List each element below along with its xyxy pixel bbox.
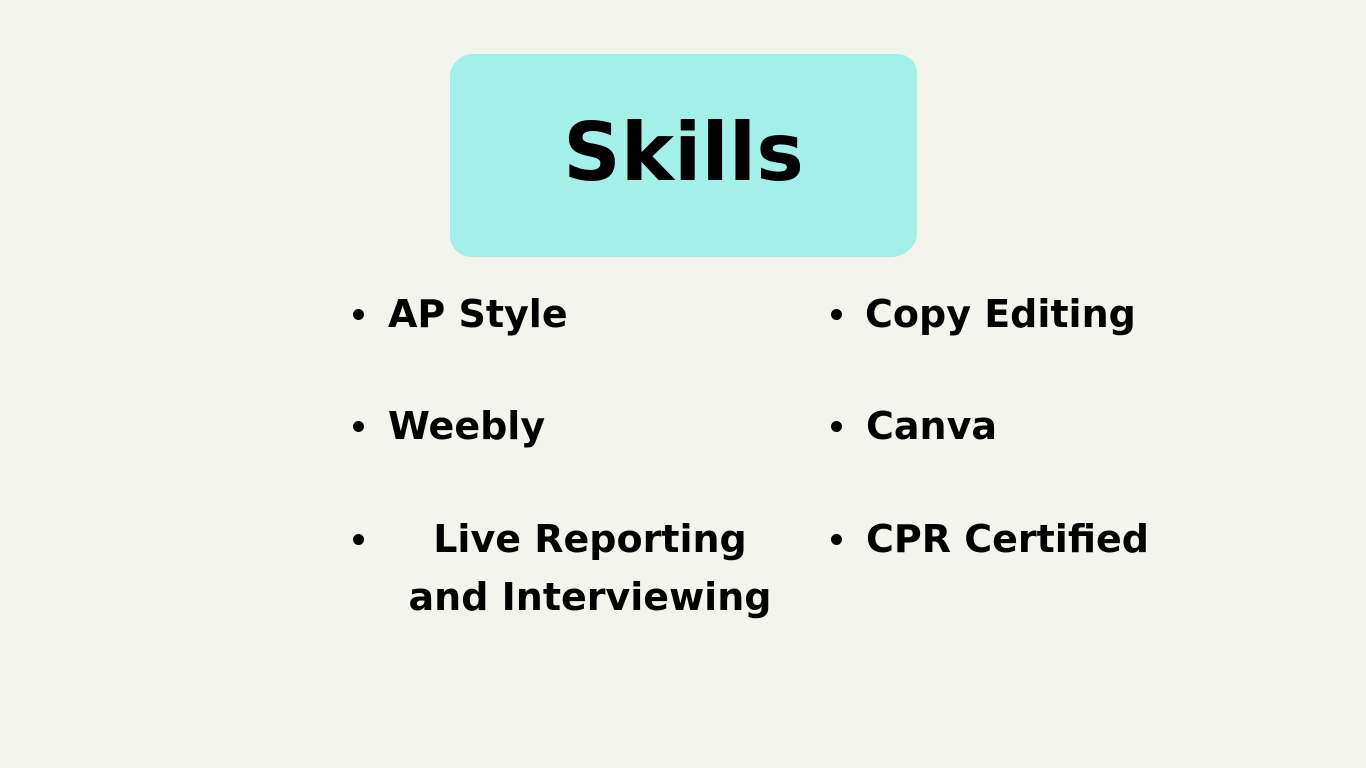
page-title: Skills xyxy=(563,105,804,199)
skill-label: Canva xyxy=(866,404,997,448)
bullet-icon xyxy=(353,309,364,320)
skill-label: Copy Editing xyxy=(865,292,1136,336)
title-box: Skills xyxy=(450,54,917,257)
skill-label: AP Style xyxy=(388,292,568,336)
skill-item-weebly: Weebly xyxy=(388,397,545,455)
skill-label: Live Reporting and Interviewing xyxy=(408,517,772,619)
skill-item-live-reporting: Live Reporting and Interviewing xyxy=(390,510,790,626)
bullet-icon xyxy=(831,421,842,432)
skill-label: Weebly xyxy=(388,404,546,448)
skill-item-cpr-certified: CPR Certified xyxy=(866,510,1149,568)
bullet-icon xyxy=(831,534,842,545)
skill-item-ap-style: AP Style xyxy=(388,285,568,343)
bullet-icon xyxy=(831,309,842,320)
skill-label: CPR Certified xyxy=(866,517,1149,561)
bullet-icon xyxy=(353,534,364,545)
skill-item-canva: Canva xyxy=(866,397,997,455)
bullet-icon xyxy=(353,421,364,432)
skill-item-copy-editing: Copy Editing xyxy=(865,285,1136,343)
